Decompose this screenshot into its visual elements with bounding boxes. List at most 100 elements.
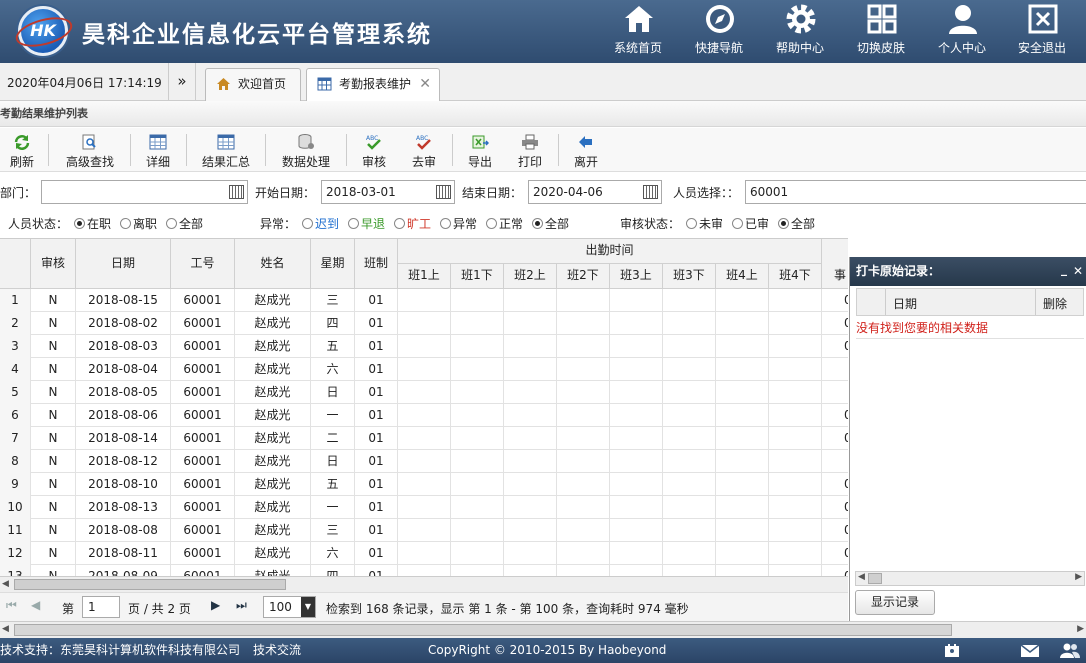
abnormal-option-exception[interactable]: 异常 [440,215,477,232]
first-page-icon[interactable]: ⏮ [6,598,17,613]
abnormal-option-all[interactable]: 全部 [532,215,569,232]
status-option-active[interactable]: 在职 [74,215,111,232]
tab-close-icon[interactable]: ✕ [419,69,431,100]
grid-horizontal-scrollbar[interactable]: ◀ [0,576,848,592]
next-page-icon[interactable]: ▶ [211,598,220,612]
scroll-right-icon[interactable]: ▶ [1075,572,1082,582]
print-button[interactable]: 打印 [514,132,546,170]
unapprove-button[interactable]: ABC 去审 [406,132,442,170]
nav-profile[interactable]: 个人中心 [932,0,992,63]
dept-input[interactable] [41,180,248,204]
panel-col-date[interactable]: 日期 [893,295,917,312]
tab-welcome[interactable]: 欢迎首页 [205,68,301,101]
col-shift[interactable]: 班制 [355,239,398,289]
nav-help[interactable]: 帮助中心 [770,0,830,63]
scroll-left-icon[interactable]: ◀ [2,579,9,589]
table-row[interactable]: 1N2018-08-1560001赵成光三01 0 [0,289,848,312]
table-row[interactable]: 7N2018-08-1460001赵成光二01 0 [0,427,848,450]
table-row[interactable]: 3N2018-08-0360001赵成光五01 0 [0,335,848,358]
abnormal-option-absent[interactable]: 旷工 [394,215,431,232]
nav-home[interactable]: 系统首页 [608,0,668,63]
export-button[interactable]: 导出 [464,132,496,170]
table-row[interactable]: 11N2018-08-0860001赵成光三01 0 [0,519,848,542]
collapse-toggle[interactable]: » [168,63,196,101]
table-row[interactable]: 8 N 2018-08-12 60001 赵成光日 01 [0,450,848,473]
table-row[interactable]: 10N2018-08-1360001赵成光一01 0 [0,496,848,519]
last-page-icon[interactable]: ⏭ [236,598,247,613]
show-records-button[interactable]: 显示记录 [855,590,935,615]
mail-icon[interactable] [1020,644,1040,658]
abnormal-option-late[interactable]: 迟到 [302,215,339,232]
end-date-input[interactable]: 2020-04-06 [528,180,662,204]
approve-button[interactable]: ABC 审核 [358,132,390,170]
table-row[interactable]: 6N2018-08-0660001赵成光一01 0 [0,404,848,427]
col-date[interactable]: 日期 [76,239,171,289]
prev-page-icon[interactable]: ◀ [31,598,40,612]
nav-quick[interactable]: 快捷导航 [689,0,749,63]
cell-time [398,519,451,542]
table-row[interactable]: 2N2018-08-0260001赵成光四01 0 [0,312,848,335]
col-weekday[interactable]: 星期 [311,239,355,289]
col-shift3-in[interactable]: 班3上 [610,264,663,289]
panel-horizontal-scrollbar[interactable]: ◀ ▶ [855,571,1085,586]
page-input[interactable]: 1 [82,596,120,618]
review-option-pending[interactable]: 未审 [686,215,723,232]
users-icon[interactable] [1060,642,1080,658]
page-horizontal-scrollbar[interactable]: ◀ ▶ [0,621,1086,638]
scroll-left-icon[interactable]: ◀ [2,624,9,634]
nav-logout[interactable]: 安全退出 [1012,0,1072,63]
start-date-input[interactable]: 2018-03-01 [321,180,455,204]
person-input[interactable]: 60001 [745,180,1086,204]
minimize-icon[interactable]: _ [1061,255,1067,284]
data-process-button[interactable]: 数据处理 [278,132,334,170]
summary-button[interactable]: 结果汇总 [198,132,254,170]
col-shift4-in[interactable]: 班4上 [716,264,769,289]
status-option-left[interactable]: 离职 [120,215,157,232]
panel-col-delete[interactable]: 删除 [1043,295,1067,312]
col-shift1-in[interactable]: 班1上 [398,264,451,289]
dropdown-icon[interactable]: ▼ [301,597,315,617]
scroll-right-icon[interactable]: ▶ [1077,624,1084,634]
review-option-approved[interactable]: 已审 [732,215,769,232]
col-name[interactable]: 姓名 [235,239,311,289]
table-row[interactable]: 9N2018-08-1060001赵成光五01 0 [0,473,848,496]
table-row[interactable]: 5 N 2018-08-05 60001 赵成光日 01 [0,381,848,404]
table-row[interactable]: 13N2018-08-0960001赵成光四01 0 [0,565,848,576]
scroll-thumb[interactable] [14,579,286,590]
col-shift3-out[interactable]: 班3下 [663,264,716,289]
contact-card-icon[interactable] [944,643,960,658]
col-shift2-in[interactable]: 班2上 [504,264,557,289]
status-option-all[interactable]: 全部 [166,215,203,232]
leave-button[interactable]: 离开 [570,132,602,170]
detail-button[interactable]: 详细 [142,132,174,170]
radio-on-icon [74,218,85,229]
col-extra[interactable]: 事 [822,239,848,289]
close-icon[interactable]: ✕ [1073,257,1083,286]
nav-skin[interactable]: 切换皮肤 [851,0,911,63]
abnormal-option-early[interactable]: 早退 [348,215,385,232]
cell-date: 2018-08-03 [76,335,171,358]
footer: 技术支持：东莞昊科计算机软件科技有限公司 技术交流 CopyRight © 20… [0,638,1086,663]
col-employee-id[interactable]: 工号 [171,239,235,289]
col-shift2-out[interactable]: 班2下 [557,264,610,289]
table-row[interactable]: 12N2018-08-1160001赵成光六01 0 [0,542,848,565]
scroll-thumb[interactable] [14,624,952,636]
advanced-search-button[interactable]: 高级查找 [62,132,118,170]
tech-exchange-link[interactable]: 技术交流 [253,638,301,663]
tab-attendance[interactable]: 考勤报表维护 ✕ [306,68,440,101]
abnormal-option-normal[interactable]: 正常 [486,215,523,232]
page-size-select[interactable]: 100 ▼ [263,596,316,618]
scroll-thumb[interactable] [868,573,882,584]
review-option-all[interactable]: 全部 [778,215,815,232]
col-audit[interactable]: 审核 [31,239,76,289]
calendar-icon[interactable] [436,185,451,199]
col-shift4-out[interactable]: 班4下 [769,264,822,289]
picker-icon[interactable] [229,185,244,199]
refresh-button[interactable]: 刷新 [4,132,40,170]
calendar-icon[interactable] [643,185,658,199]
cell-date: 2018-08-12 [76,450,171,473]
col-shift1-out[interactable]: 班1下 [451,264,504,289]
table-row[interactable]: 4 N 2018-08-04 60001 赵成光六 01 [0,358,848,381]
scroll-left-icon[interactable]: ◀ [858,572,865,582]
toolbar-divider [48,134,49,166]
